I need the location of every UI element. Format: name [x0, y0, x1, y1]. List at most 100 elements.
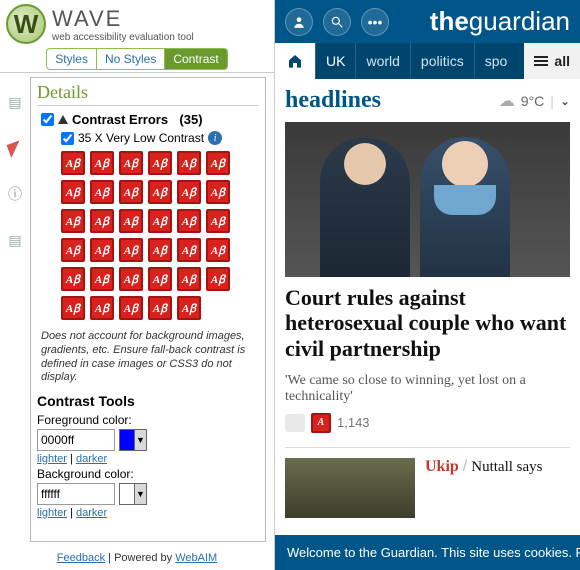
- fg-darker-link[interactable]: darker: [76, 453, 107, 465]
- info-icon[interactable]: ⓘ: [6, 185, 24, 203]
- guardian-page: ••• theguardian UK world politics spo al…: [275, 0, 580, 570]
- nav-politics[interactable]: politics: [410, 43, 474, 79]
- comment-count: 1,143: [337, 415, 370, 430]
- contrast-error-icon[interactable]: Aꞵ: [119, 151, 143, 175]
- details-heading: Details: [37, 82, 259, 106]
- nav-sport[interactable]: spo: [474, 43, 518, 79]
- secondary-image: [285, 458, 415, 518]
- chevron-down-icon[interactable]: ⌄: [560, 94, 570, 108]
- wave-logo-text: WAVE web accessibility evaluation tool: [52, 6, 194, 43]
- bg-darker-link[interactable]: darker: [76, 507, 107, 519]
- weather-widget[interactable]: ☁ 9°C | ⌄: [499, 91, 570, 111]
- contrast-error-icon[interactable]: Aꞵ: [148, 296, 172, 320]
- chevron-down-icon[interactable]: ▼: [134, 430, 146, 450]
- fg-swatch[interactable]: ▼: [119, 429, 147, 451]
- details-panel: Details Contrast Errors (35) 35 X Very L…: [30, 77, 266, 542]
- cookie-banner[interactable]: Welcome to the Guardian. This site uses …: [275, 535, 580, 570]
- contrast-error-icon[interactable]: Aꞵ: [90, 267, 114, 291]
- fg-lighter-link[interactable]: lighter: [37, 453, 67, 465]
- contrast-error-icon[interactable]: Aꞵ: [148, 151, 172, 175]
- chevron-down-icon[interactable]: ▼: [134, 484, 146, 504]
- nav-all-button[interactable]: all: [524, 43, 580, 79]
- contrast-error-icon[interactable]: Aꞵ: [177, 209, 201, 233]
- summary-icon[interactable]: ▤: [6, 93, 24, 111]
- contrast-error-icon[interactable]: Aꞵ: [177, 267, 201, 291]
- guardian-logo[interactable]: theguardian: [430, 6, 570, 37]
- webaim-link[interactable]: WebAIM: [175, 552, 217, 564]
- tab-no-styles[interactable]: No Styles: [97, 48, 165, 70]
- contrast-error-icon[interactable]: Aꞵ: [61, 151, 85, 175]
- bg-label: Background color:: [37, 467, 259, 481]
- contrast-error-icon[interactable]: Aꞵ: [177, 180, 201, 204]
- bg-lighter-link[interactable]: lighter: [37, 507, 67, 519]
- weather-divider: |: [550, 93, 554, 109]
- subline-checkbox[interactable]: [61, 132, 74, 145]
- contrast-error-icon[interactable]: Aꞵ: [148, 209, 172, 233]
- tab-contrast[interactable]: Contrast: [165, 48, 227, 70]
- contrast-error-icon[interactable]: Aꞵ: [119, 209, 143, 233]
- cloud-icon: ☁: [499, 91, 515, 111]
- more-icon[interactable]: •••: [361, 8, 389, 36]
- feedback-link[interactable]: Feedback: [57, 552, 105, 564]
- contrast-error-icon[interactable]: Aꞵ: [90, 151, 114, 175]
- contrast-error-icon[interactable]: Aꞵ: [90, 180, 114, 204]
- info-icon[interactable]: i: [208, 131, 222, 145]
- contrast-error-icon[interactable]: Aꞵ: [119, 238, 143, 262]
- contrast-error-icon[interactable]: Aꞵ: [148, 238, 172, 262]
- outline-icon[interactable]: ▤: [6, 231, 24, 249]
- nav-uk[interactable]: UK: [315, 43, 355, 79]
- contrast-error-icon[interactable]: Aꞵ: [206, 238, 230, 262]
- bg-input[interactable]: [37, 483, 115, 505]
- contrast-error-icon[interactable]: Aꞵ: [119, 180, 143, 204]
- contrast-error-icon[interactable]: Aꞵ: [148, 267, 172, 291]
- contrast-error-icon[interactable]: Aꞵ: [90, 209, 114, 233]
- contrast-error-icon[interactable]: Aꞵ: [90, 296, 114, 320]
- contrast-error-icon[interactable]: Aꞵ: [206, 180, 230, 204]
- errors-label: Contrast Errors: [72, 112, 168, 127]
- contrast-error-icon[interactable]: Aꞵ: [61, 180, 85, 204]
- wave-header: W WAVE web accessibility evaluation tool…: [0, 0, 274, 72]
- flag-icon[interactable]: ◤: [3, 136, 26, 159]
- secondary-story[interactable]: Ukip/Nuttall says: [285, 447, 570, 518]
- lead-image[interactable]: [285, 122, 570, 277]
- contrast-error-icon[interactable]: Aꞵ: [90, 238, 114, 262]
- contrast-errors-row[interactable]: Contrast Errors (35): [41, 112, 259, 127]
- contrast-error-icon[interactable]: Aꞵ: [61, 209, 85, 233]
- contrast-tools: Contrast Tools Foreground color: ▼ light…: [37, 393, 259, 519]
- contrast-error-icon[interactable]: Aꞵ: [206, 209, 230, 233]
- secondary-headline: Nuttall says: [471, 459, 542, 475]
- bg-adjust: lighter | darker: [37, 507, 259, 519]
- contrast-error-icon[interactable]: Aꞵ: [177, 151, 201, 175]
- errors-checkbox[interactable]: [41, 113, 54, 126]
- tab-styles[interactable]: Styles: [46, 48, 97, 70]
- wave-tabs: Styles No Styles Contrast: [6, 48, 268, 70]
- lead-headline[interactable]: Court rules against heterosexual couple …: [285, 285, 570, 361]
- wave-subtitle: web accessibility evaluation tool: [52, 32, 194, 43]
- tools-heading: Contrast Tools: [37, 393, 259, 409]
- wave-logo-icon: W: [6, 4, 46, 44]
- contrast-note: Does not account for background images, …: [41, 330, 255, 385]
- contrast-error-icons: AꞵAꞵAꞵAꞵAꞵAꞵAꞵAꞵAꞵAꞵAꞵAꞵAꞵAꞵAꞵAꞵAꞵAꞵAꞵAꞵ…: [61, 151, 241, 320]
- profile-icon[interactable]: [285, 8, 313, 36]
- very-low-contrast-row[interactable]: 35 X Very Low Contrast i: [61, 131, 259, 145]
- contrast-error-icon[interactable]: Aꞵ: [177, 238, 201, 262]
- contrast-error-icon[interactable]: Aꞵ: [177, 296, 201, 320]
- kicker: Ukip: [425, 458, 459, 475]
- fg-input[interactable]: [37, 429, 115, 451]
- hamburger-icon: [534, 54, 548, 68]
- contrast-error-icon[interactable]: Aꞵ: [206, 267, 230, 291]
- bg-swatch[interactable]: ▼: [119, 483, 147, 505]
- contrast-error-icon[interactable]: Aꞵ: [61, 267, 85, 291]
- nav-world[interactable]: world: [355, 43, 409, 79]
- home-icon[interactable]: [275, 43, 315, 79]
- section-title[interactable]: headlines: [285, 87, 381, 114]
- search-icon[interactable]: [323, 8, 351, 36]
- lead-comments[interactable]: A 1,143: [285, 413, 570, 433]
- contrast-error-icon[interactable]: Aꞵ: [206, 151, 230, 175]
- contrast-error-icon[interactable]: Aꞵ: [148, 180, 172, 204]
- contrast-error-icon[interactable]: Aꞵ: [61, 238, 85, 262]
- contrast-error-icon[interactable]: Aꞵ: [119, 296, 143, 320]
- contrast-error-icon[interactable]: Aꞵ: [61, 296, 85, 320]
- fg-adjust: lighter | darker: [37, 453, 259, 465]
- contrast-error-icon[interactable]: Aꞵ: [119, 267, 143, 291]
